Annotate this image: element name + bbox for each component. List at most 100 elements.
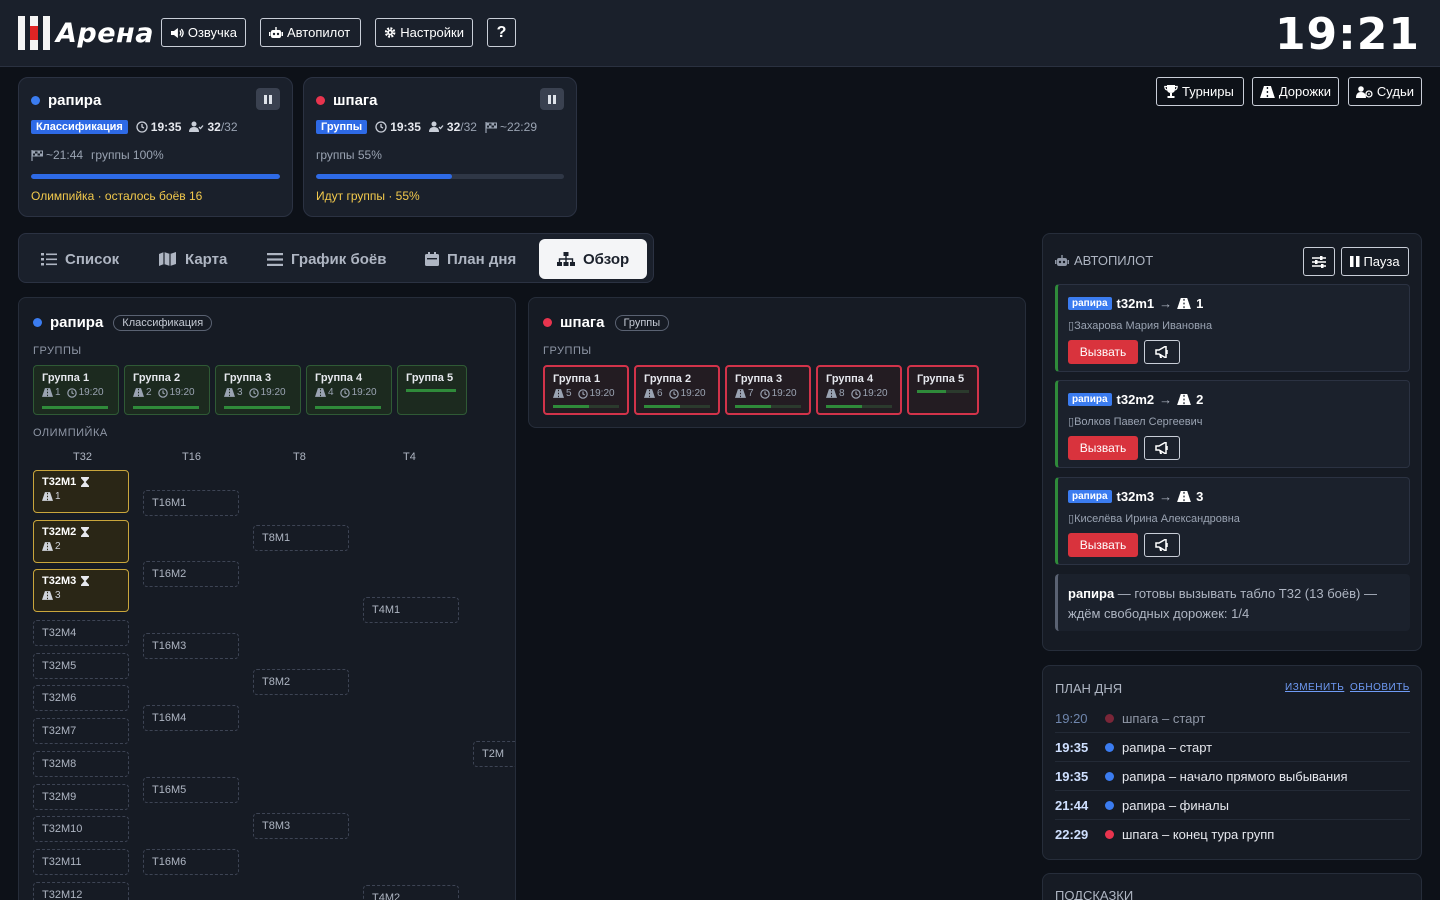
pistes-button[interactable]: Дорожки — [1252, 77, 1339, 106]
help-button[interactable]: ? — [487, 18, 516, 47]
bout-card[interactable]: T2M — [473, 741, 515, 767]
tab-map[interactable]: Карта — [159, 239, 227, 279]
group-time: 19:20 — [78, 387, 104, 398]
group-card[interactable]: Группа 2 2 19:20 — [124, 365, 210, 415]
autopilot-filters-button[interactable] — [1303, 247, 1335, 276]
group-time: 19:20 — [260, 387, 286, 398]
call-button[interactable]: Вызвать — [1068, 436, 1138, 460]
referee-name: ▯Захарова Мария Ивановна — [1068, 320, 1213, 332]
group-card[interactable]: Группа 4 4 19:20 — [306, 365, 392, 415]
groups-section-label: ГРУППЫ — [33, 345, 82, 357]
road-icon — [42, 591, 53, 600]
view-tabs: Список Карта График боёв План дня Обзор — [18, 233, 654, 283]
plan-time: 19:20 — [1055, 710, 1088, 726]
bout-card-active[interactable]: T32M1 1 — [33, 470, 129, 513]
group-card[interactable]: Группа 5 — [397, 365, 467, 415]
pause-weapon-button[interactable] — [540, 88, 564, 110]
weapon-card-rapier[interactable]: рапира Классификация 19:35 32/32 ~21:44 … — [18, 77, 293, 217]
group-progress-bar — [553, 405, 619, 408]
clock-icon — [759, 388, 770, 399]
hints-panel: ПОДСКАЗКИ — [1042, 873, 1422, 900]
referees-button[interactable]: Судьи — [1348, 77, 1422, 106]
road-icon — [42, 492, 53, 501]
tab-overview[interactable]: Обзор — [539, 239, 648, 279]
group-card[interactable]: Группа 5 — [907, 365, 979, 415]
bout-card[interactable]: T32M4 — [33, 620, 129, 646]
fencers-total: /32 — [460, 120, 477, 134]
bout-card-active[interactable]: T32M2 2 — [33, 520, 129, 563]
settings-button[interactable]: Настройки — [375, 18, 473, 47]
weapon-meta-row: Группы 19:35 32/32 ~22:29 — [316, 120, 537, 134]
group-piste: 6 — [657, 388, 663, 399]
announce-button[interactable] — [1144, 533, 1180, 557]
plan-text: шпага – конец тура групп — [1122, 827, 1275, 842]
call-button[interactable]: Вызвать — [1068, 340, 1138, 364]
megaphone-icon — [1155, 442, 1168, 454]
megaphone-icon — [1155, 346, 1168, 358]
group-card[interactable]: Группа 2 6 19:20 — [634, 365, 720, 415]
day-plan-refresh-link[interactable]: ОБНОВИТЬ — [1350, 682, 1410, 693]
finish-flag-icon — [485, 121, 497, 133]
autopilot-button[interactable]: Автопилот — [260, 18, 361, 47]
day-plan-edit-link[interactable]: ИЗМЕНИТЬ — [1285, 682, 1344, 693]
bout-card[interactable]: T32M8 — [33, 751, 129, 777]
group-card[interactable]: Группа 1 5 19:20 — [543, 365, 629, 415]
bout-card[interactable]: T32M12 — [33, 882, 129, 900]
bout-card[interactable]: T16M2 — [143, 561, 239, 587]
bout-card-active[interactable]: T32M3 3 — [33, 569, 129, 612]
tab-label: Карта — [185, 250, 228, 268]
call-header: рапира t32m1 → 1 — [1068, 296, 1203, 311]
group-card[interactable]: Группа 3 7 19:20 — [725, 365, 811, 415]
group-card[interactable]: Группа 3 3 19:20 — [215, 365, 301, 415]
pause-weapon-button[interactable] — [256, 88, 280, 110]
group-card[interactable]: Группа 1 1 19:20 — [33, 365, 119, 415]
announce-button[interactable] — [1144, 340, 1180, 364]
bout-card[interactable]: T32M11 — [33, 849, 129, 875]
bout-card[interactable]: T32M5 — [33, 653, 129, 679]
bout-card[interactable]: T16M3 — [143, 633, 239, 659]
bout-card[interactable]: T8M1 — [253, 525, 349, 551]
autopilot-pause-button[interactable]: Пауза — [1341, 247, 1409, 276]
bout-id: t32m1 — [1116, 296, 1155, 311]
piste-number: 1 — [1196, 296, 1204, 311]
plan-time: 21:44 — [1055, 797, 1089, 813]
bout-card[interactable]: T16M6 — [143, 849, 239, 875]
tab-day-plan[interactable]: План дня — [425, 239, 516, 279]
plan-text: рапира – старт — [1122, 739, 1213, 755]
phase-badge: Классификация — [31, 120, 128, 134]
bout-card[interactable]: T32M9 — [33, 784, 129, 810]
list-icon — [41, 252, 57, 265]
weapon-badge: рапира — [1068, 393, 1112, 406]
group-name: Группа 1 — [42, 372, 90, 384]
bout-card[interactable]: T8M2 — [253, 669, 349, 695]
robot-icon — [269, 26, 283, 38]
autopilot-note: рапира — готовы вызывать табло T32 (13 б… — [1055, 574, 1410, 631]
autopilot-header: АВТОПИЛОТ — [1055, 253, 1153, 268]
announce-button[interactable] — [1144, 436, 1180, 460]
group-card[interactable]: Группа 4 8 19:20 — [816, 365, 902, 415]
bout-card[interactable]: T4M1 — [363, 597, 459, 623]
voice-button[interactable]: Озвучка — [161, 18, 246, 47]
bout-card[interactable]: T32M10 — [33, 816, 129, 842]
bout-card[interactable]: T32M6 — [33, 685, 129, 711]
bout-card[interactable]: T8M3 — [253, 813, 349, 839]
road-icon — [42, 542, 53, 551]
bout-card[interactable]: T16M5 — [143, 777, 239, 803]
bout-card[interactable]: T4M2 — [363, 885, 459, 900]
tab-schedule[interactable]: График боёв — [267, 239, 386, 279]
group-meta: 2 19:20 — [133, 387, 201, 398]
tab-list[interactable]: Список — [41, 239, 119, 279]
tournaments-button[interactable]: Турниры — [1156, 77, 1244, 106]
bout-card[interactable]: T32M7 — [33, 718, 129, 744]
plan-item: 22:29 шпага – конец тура групп — [1055, 820, 1410, 849]
referee-name: ▯Волков Павел Сергеевич — [1068, 416, 1203, 428]
schedule-icon — [267, 252, 283, 266]
road-icon — [826, 389, 837, 398]
weapon-card-epee[interactable]: шпага Группы 19:35 32/32 ~22:29 группы 5… — [303, 77, 577, 217]
speaker-icon — [170, 27, 184, 38]
bout-card[interactable]: T16M1 — [143, 490, 239, 516]
bout-card[interactable]: T16M4 — [143, 705, 239, 731]
clock-icon — [339, 387, 350, 398]
call-button[interactable]: Вызвать — [1068, 533, 1138, 557]
tab-label: План дня — [447, 250, 517, 268]
